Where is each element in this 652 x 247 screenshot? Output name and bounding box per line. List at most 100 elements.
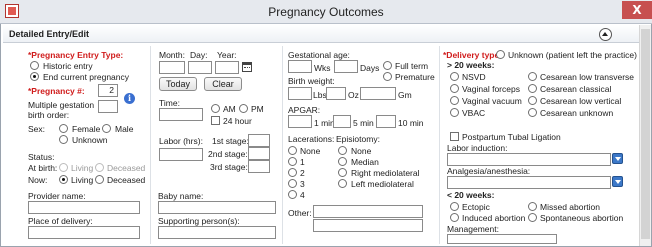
- column-divider: [150, 46, 151, 244]
- third-stage-field[interactable]: [248, 160, 270, 173]
- oz-label: Oz: [348, 90, 359, 100]
- sex-label: Sex:: [28, 124, 46, 134]
- second-stage-label: 2nd stage:: [208, 149, 248, 159]
- labor-induction-select[interactable]: [447, 153, 611, 166]
- day-field[interactable]: [188, 61, 212, 74]
- missed-abortion-radio[interactable]: [528, 202, 537, 211]
- now-living-label: Living: [71, 175, 94, 185]
- collapse-icon[interactable]: [599, 28, 612, 41]
- episiotomy-none-radio[interactable]: [338, 146, 347, 155]
- cesarean-low-transverse-radio[interactable]: [528, 72, 537, 81]
- episiotomy-none-label: None: [351, 146, 372, 156]
- historic-entry-radio[interactable]: [30, 61, 39, 70]
- provider-name-field[interactable]: [28, 201, 140, 214]
- year-field[interactable]: [215, 61, 239, 74]
- sex-female-radio[interactable]: [59, 124, 68, 133]
- premature-radio[interactable]: [383, 72, 392, 81]
- historic-entry-label: Historic entry: [43, 61, 93, 71]
- section-title: Detailed Entry/Edit: [9, 29, 90, 39]
- premature-label: Premature: [395, 72, 435, 82]
- apgar-10min-field[interactable]: [376, 115, 396, 128]
- labor-induction-dropdown-icon[interactable]: [612, 153, 623, 164]
- management-field[interactable]: [447, 234, 557, 244]
- birth-order-label: birth order:: [28, 110, 70, 120]
- pm-radio[interactable]: [239, 104, 248, 113]
- cesarean-classical-radio[interactable]: [528, 84, 537, 93]
- gestational-weeks-field[interactable]: [288, 60, 312, 73]
- laceration-1-radio[interactable]: [288, 157, 297, 166]
- clear-button[interactable]: Clear: [204, 77, 242, 91]
- month-field[interactable]: [159, 61, 185, 74]
- sex-male-label: Male: [115, 124, 134, 134]
- baby-name-field[interactable]: [158, 201, 276, 214]
- info-icon[interactable]: i: [124, 93, 135, 104]
- place-of-delivery-field[interactable]: [28, 226, 140, 239]
- management-label: Management:: [447, 224, 499, 234]
- apgar-5min-field[interactable]: [333, 115, 351, 128]
- episiotomy-median-radio[interactable]: [338, 157, 347, 166]
- vaginal-vacuum-radio[interactable]: [450, 96, 459, 105]
- vaginal-forceps-radio[interactable]: [450, 84, 459, 93]
- ectopic-radio[interactable]: [450, 202, 459, 211]
- first-stage-field[interactable]: [248, 134, 270, 147]
- laceration-none-radio[interactable]: [288, 146, 297, 155]
- time-field[interactable]: [159, 108, 203, 121]
- calendar-icon[interactable]: [242, 62, 252, 72]
- column-divider: [439, 46, 440, 244]
- apgar-10min-label: 10 min: [398, 118, 424, 128]
- weight-oz-field[interactable]: [326, 87, 346, 100]
- pregnancy-number-label: *Pregnancy #:: [28, 86, 85, 96]
- sex-unknown-radio[interactable]: [59, 135, 68, 144]
- labor-induction-label: Labor induction:: [447, 143, 508, 153]
- cesarean-unknown-radio[interactable]: [528, 108, 537, 117]
- pregnancy-number-field[interactable]: 2: [98, 84, 118, 97]
- now-deceased-radio[interactable]: [95, 175, 104, 184]
- other-field-1[interactable]: [313, 205, 423, 218]
- now-label: Now:: [28, 175, 48, 185]
- delivery-type-label: *Delivery type:: [443, 50, 503, 60]
- supporting-persons-field[interactable]: [158, 226, 276, 239]
- now-living-radio[interactable]: [59, 175, 68, 184]
- spontaneous-abortion-radio[interactable]: [528, 213, 537, 222]
- full-term-radio[interactable]: [383, 61, 392, 70]
- analgesia-dropdown-icon[interactable]: [612, 176, 623, 187]
- end-current-pregnancy-radio[interactable]: [30, 72, 39, 81]
- missed-abortion-label: Missed abortion: [540, 202, 601, 212]
- episiotomy-right-mediolateral-radio[interactable]: [338, 168, 347, 177]
- weight-gm-field[interactable]: [360, 87, 396, 100]
- weeks-label: Wks: [314, 63, 331, 73]
- cesarean-low-vertical-label: Cesarean low vertical: [540, 96, 622, 106]
- apgar-1min-field[interactable]: [288, 115, 312, 128]
- laceration-3-radio[interactable]: [288, 179, 297, 188]
- other-field-2[interactable]: [313, 219, 423, 232]
- induced-abortion-radio[interactable]: [450, 213, 459, 222]
- vbac-radio[interactable]: [450, 108, 459, 117]
- vertical-scrollbar[interactable]: [639, 25, 651, 246]
- today-button[interactable]: Today: [159, 77, 197, 91]
- 24-hour-label: 24 hour: [223, 116, 252, 126]
- tubal-ligation-checkbox[interactable]: [450, 132, 459, 141]
- birth-order-field[interactable]: [98, 100, 118, 113]
- baby-name-label: Baby name:: [158, 191, 204, 201]
- sex-male-radio[interactable]: [102, 124, 111, 133]
- scrollbar-thumb[interactable]: [641, 29, 650, 239]
- cesarean-low-vertical-radio[interactable]: [528, 96, 537, 105]
- gestational-days-field[interactable]: [334, 60, 358, 73]
- am-radio[interactable]: [211, 104, 220, 113]
- 24-hour-checkbox[interactable]: [211, 116, 220, 125]
- episiotomy-left-mediolateral-label: Left mediolateral: [351, 179, 414, 189]
- day-label: Day:: [190, 50, 208, 60]
- delivery-unknown-radio[interactable]: [496, 50, 505, 59]
- second-stage-field[interactable]: [248, 147, 270, 160]
- nsvd-radio[interactable]: [450, 72, 459, 81]
- close-button[interactable]: X: [622, 1, 652, 19]
- laceration-2-radio[interactable]: [288, 168, 297, 177]
- analgesia-select[interactable]: [447, 176, 611, 189]
- now-deceased-label: Deceased: [107, 175, 146, 185]
- labor-hours-field[interactable]: [159, 148, 203, 161]
- am-label: AM: [223, 104, 236, 114]
- episiotomy-left-mediolateral-radio[interactable]: [338, 179, 347, 188]
- laceration-4-radio[interactable]: [288, 190, 297, 199]
- weight-lbs-field[interactable]: [288, 87, 312, 100]
- at-birth-living-label: Living: [71, 163, 94, 173]
